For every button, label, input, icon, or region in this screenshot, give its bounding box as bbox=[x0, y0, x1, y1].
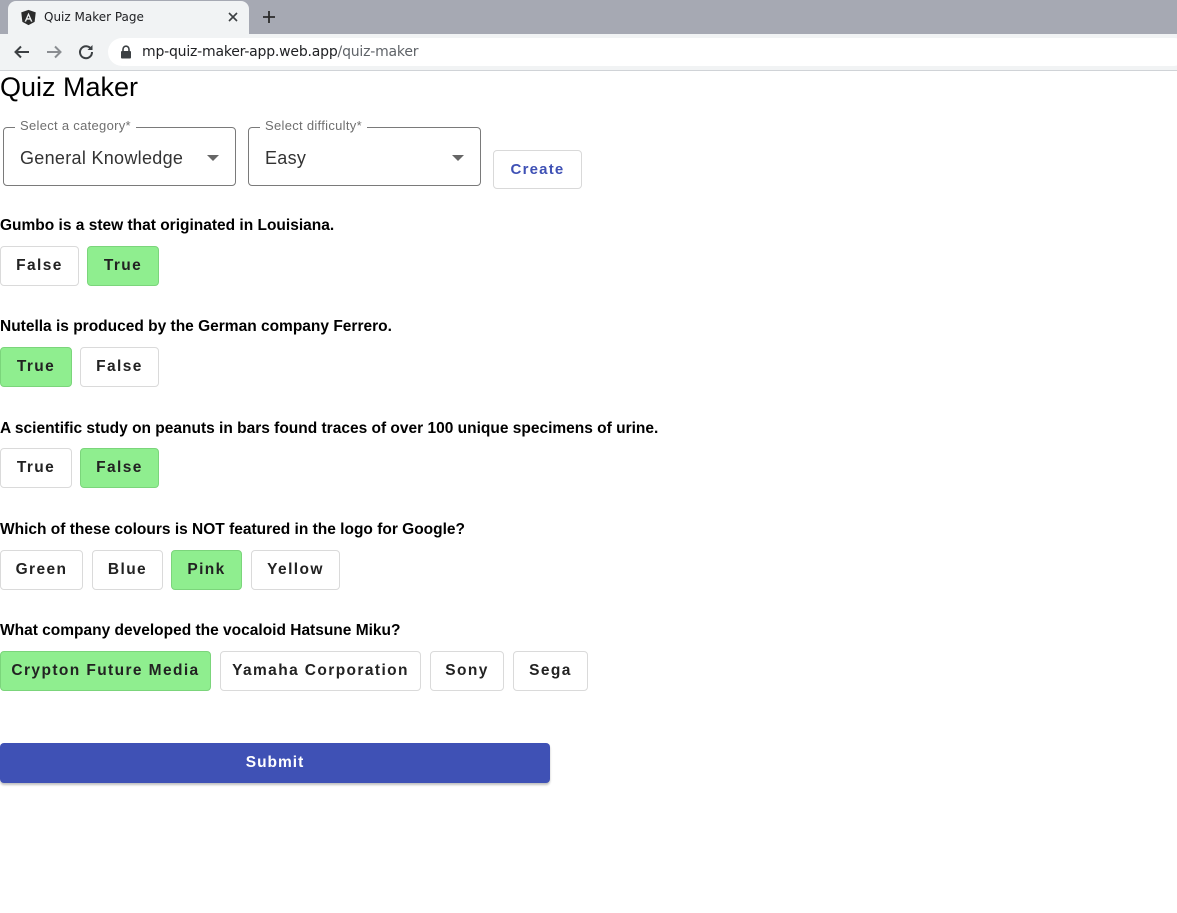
forward-arrow-icon[interactable] bbox=[45, 43, 63, 61]
submit-button[interactable]: Submit bbox=[0, 743, 550, 783]
answer-button[interactable]: Crypton Future Media bbox=[0, 651, 211, 691]
category-select[interactable]: Select a category* General Knowledge bbox=[3, 118, 236, 186]
question-text: Gumbo is a stew that originated in Louis… bbox=[0, 217, 335, 234]
difficulty-select-label: Select difficulty* bbox=[260, 118, 367, 133]
category-select-value: General Knowledge bbox=[20, 148, 184, 168]
question-text: What company developed the vocaloid Hats… bbox=[0, 622, 401, 639]
page-title: Quiz Maker bbox=[0, 72, 139, 102]
answer-button[interactable]: Pink bbox=[171, 550, 242, 590]
url-text: mp-quiz-maker-app.web.app/quiz-maker bbox=[142, 44, 419, 60]
question-text: Which of these colours is NOT featured i… bbox=[0, 521, 466, 538]
address-bar[interactable]: mp-quiz-maker-app.web.app/quiz-maker bbox=[108, 38, 1177, 66]
tab-title: Quiz Maker Page bbox=[44, 10, 144, 24]
answer-button[interactable]: True bbox=[87, 246, 159, 286]
answer-button[interactable]: False bbox=[80, 347, 159, 387]
answer-button[interactable]: Sega bbox=[513, 651, 588, 691]
back-arrow-icon[interactable] bbox=[13, 43, 31, 61]
new-tab-icon[interactable] bbox=[261, 9, 277, 25]
answer-button[interactable]: Yellow bbox=[251, 550, 340, 590]
difficulty-select-value: Easy bbox=[265, 148, 307, 168]
browser-tab[interactable]: Quiz Maker Page bbox=[8, 1, 249, 34]
answer-button[interactable]: Blue bbox=[92, 550, 163, 590]
question-text: A scientific study on peanuts in bars fo… bbox=[0, 420, 659, 437]
answer-button[interactable]: True bbox=[0, 448, 72, 488]
answer-button[interactable]: False bbox=[0, 246, 79, 286]
category-select-label: Select a category* bbox=[15, 118, 136, 133]
reload-icon[interactable] bbox=[77, 43, 95, 61]
create-button[interactable]: Create bbox=[493, 150, 582, 189]
browser-tab-strip: Quiz Maker Page bbox=[0, 0, 1177, 34]
question-text: Nutella is produced by the German compan… bbox=[0, 318, 392, 335]
browser-toolbar: mp-quiz-maker-app.web.app/quiz-maker bbox=[0, 34, 1177, 71]
dropdown-arrow-icon bbox=[207, 155, 219, 161]
answer-button[interactable]: True bbox=[0, 347, 72, 387]
answer-button[interactable]: Green bbox=[0, 550, 83, 590]
difficulty-select[interactable]: Select difficulty* Easy bbox=[248, 118, 481, 186]
answer-button[interactable]: Sony bbox=[430, 651, 504, 691]
close-icon[interactable] bbox=[226, 10, 240, 24]
answer-button[interactable]: False bbox=[80, 448, 159, 488]
answer-button[interactable]: Yamaha Corporation bbox=[220, 651, 421, 691]
angular-icon bbox=[21, 9, 36, 26]
lock-icon bbox=[121, 45, 131, 59]
dropdown-arrow-icon bbox=[452, 155, 464, 161]
url-host: mp-quiz-maker-app.web.app bbox=[142, 44, 338, 60]
url-path: /quiz-maker bbox=[337, 44, 419, 60]
